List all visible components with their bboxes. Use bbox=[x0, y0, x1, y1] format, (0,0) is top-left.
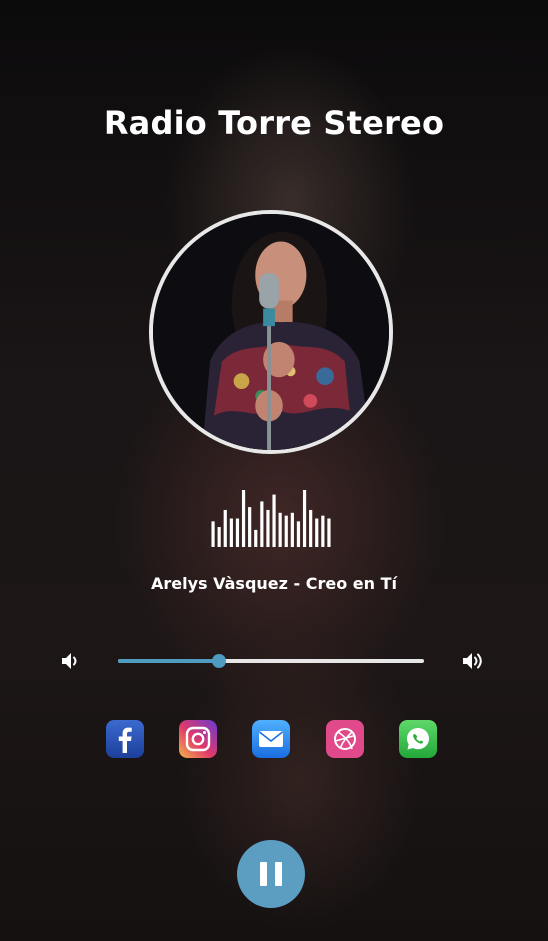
volume-low-icon[interactable] bbox=[58, 648, 84, 674]
visualizer-bar bbox=[254, 529, 258, 547]
pause-button[interactable] bbox=[237, 840, 305, 908]
visualizer-bar bbox=[284, 515, 288, 547]
singer-photo bbox=[153, 214, 389, 450]
track-title: Arelys Vàsquez - Creo en Tí bbox=[150, 574, 397, 593]
visualizer-bar bbox=[321, 515, 325, 547]
instagram-icon[interactable] bbox=[179, 720, 217, 758]
whatsapp-icon[interactable] bbox=[399, 720, 437, 758]
visualizer-bar bbox=[248, 507, 252, 547]
volume-high-icon[interactable] bbox=[460, 648, 486, 674]
volume-slider-thumb[interactable] bbox=[211, 654, 226, 668]
visualizer-bar bbox=[309, 509, 313, 547]
visualizer-bar bbox=[290, 512, 294, 547]
visualizer-bar bbox=[315, 518, 319, 547]
visualizer-bar bbox=[266, 509, 270, 547]
visualizer-bar bbox=[217, 527, 221, 547]
visualizer-bar bbox=[302, 490, 307, 547]
volume-slider[interactable] bbox=[118, 654, 424, 668]
facebook-icon[interactable] bbox=[106, 720, 144, 758]
volume-slider-fill bbox=[118, 659, 219, 663]
email-icon[interactable] bbox=[252, 720, 290, 758]
visualizer-bar bbox=[327, 518, 331, 547]
visualizer-bar bbox=[296, 521, 301, 547]
social-links bbox=[0, 720, 548, 758]
volume-control bbox=[0, 648, 548, 674]
visualizer-bar bbox=[235, 518, 240, 547]
album-cover bbox=[149, 210, 393, 454]
station-title: Radio Torre Stereo bbox=[103, 104, 445, 142]
dribbble-icon[interactable] bbox=[326, 720, 364, 758]
visualizer-bar bbox=[211, 521, 215, 547]
visualizer-bar bbox=[229, 518, 233, 547]
visualizer-bar bbox=[260, 501, 264, 547]
visualizer-bar bbox=[241, 490, 246, 547]
visualizer-bar bbox=[278, 512, 282, 547]
audio-visualizer bbox=[211, 490, 331, 547]
visualizer-bar bbox=[272, 494, 276, 547]
visualizer-bar bbox=[223, 509, 227, 547]
